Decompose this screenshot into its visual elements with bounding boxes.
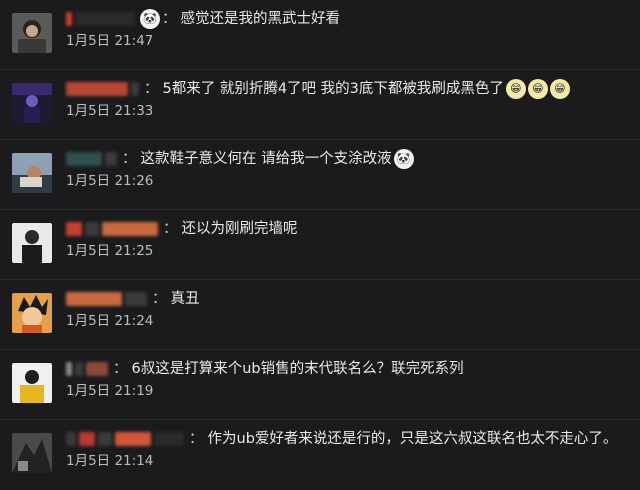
comment-line: 🐼 ： 感觉还是我的黑武士好看 [66, 8, 340, 30]
username-redacted[interactable] [85, 222, 99, 236]
separator: ： [144, 81, 159, 97]
comment-text: 5都来了 就别折腾4了吧 我的3底下都被我刷成黑色了 [162, 81, 504, 97]
grinning-face-icon: 😁 [505, 79, 526, 99]
comment-line: ： 还以为刚刷完墙呢 [66, 218, 298, 240]
separator: ： [189, 431, 204, 447]
username-redacted[interactable] [66, 222, 82, 236]
username-redacted[interactable] [79, 432, 95, 446]
avatar[interactable] [12, 153, 52, 193]
comment-line: ： 真丑 [66, 288, 200, 310]
username-redacted[interactable] [66, 152, 102, 166]
username-redacted[interactable] [115, 432, 151, 446]
username-redacted[interactable] [102, 222, 158, 236]
username-redacted[interactable] [66, 362, 72, 376]
comment-text: 6叔这是打算来个ub销售的末代联名么？联完死系列 [131, 361, 464, 377]
avatar[interactable] [12, 363, 52, 403]
comment-list: 🐼 ： 感觉还是我的黑武士好看 1月5日 21:47 ： 5都来了 就别折腾4了… [0, 0, 640, 480]
comment-time: 1月5日 21:14 [66, 453, 154, 469]
comment-item: 🐼 ： 感觉还是我的黑武士好看 1月5日 21:47 [0, 0, 640, 70]
grinning-face-icon: 😁 [527, 79, 548, 99]
username-redacted[interactable] [154, 432, 184, 446]
avatar[interactable] [12, 433, 52, 473]
comment-text: 作为ub爱好者来说还是行的，只是这六叔这联名也太不走心了。 [207, 431, 618, 447]
username-redacted[interactable] [125, 292, 147, 306]
comment-text: 感觉还是我的黑武士好看 [180, 11, 341, 27]
panda-face-icon: 🐼 [393, 149, 414, 169]
grinning-face-icon: 😁 [549, 79, 570, 99]
comment-text: 这款鞋子意义何在 请给我一个支涂改液 [140, 151, 392, 167]
comment-time: 1月5日 21:33 [66, 103, 154, 119]
separator: ： [163, 221, 178, 237]
comment-item: ： 还以为刚刷完墙呢 1月5日 21:25 [0, 210, 640, 280]
separator: ： [113, 361, 128, 377]
comment-item: ： 5都来了 就别折腾4了吧 我的3底下都被我刷成黑色了 😁 😁 😁 1月5日 … [0, 70, 640, 140]
comment-item: ： 6叔这是打算来个ub销售的末代联名么？联完死系列 1月5日 21:19 [0, 350, 640, 420]
comment-time: 1月5日 21:24 [66, 313, 154, 329]
username-redacted[interactable] [66, 432, 76, 446]
username-redacted[interactable] [86, 362, 108, 376]
panda-face-icon: 🐼 [140, 9, 160, 29]
separator: ： [152, 291, 167, 307]
comment-text: 还以为刚刷完墙呢 [181, 221, 298, 237]
comment-text: 真丑 [170, 291, 200, 307]
avatar[interactable] [12, 223, 52, 263]
comment-item: ： 真丑 1月5日 21:24 [0, 280, 640, 350]
avatar[interactable] [12, 83, 52, 123]
username-redacted[interactable] [75, 362, 83, 376]
avatar[interactable] [12, 13, 52, 53]
comment-time: 1月5日 21:26 [66, 173, 154, 189]
comment-line: ： 6叔这是打算来个ub销售的末代联名么？联完死系列 [66, 358, 464, 380]
comment-line: ： 作为ub爱好者来说还是行的，只是这六叔这联名也太不走心了。 [66, 428, 617, 450]
username-redacted[interactable] [66, 12, 72, 26]
comment-time: 1月5日 21:19 [66, 383, 154, 399]
comment-item: ： 这款鞋子意义何在 请给我一个支涂改液 🐼 1月5日 21:26 [0, 140, 640, 210]
username-redacted[interactable] [66, 292, 122, 306]
username-redacted[interactable] [98, 432, 112, 446]
comment-line: ： 5都来了 就别折腾4了吧 我的3底下都被我刷成黑色了 😁 😁 😁 [66, 78, 570, 100]
comment-time: 1月5日 21:47 [66, 33, 154, 49]
comment-line: ： 这款鞋子意义何在 请给我一个支涂改液 🐼 [66, 148, 414, 170]
comment-time: 1月5日 21:25 [66, 243, 154, 259]
separator: ： [162, 11, 177, 27]
username-redacted[interactable] [75, 12, 135, 26]
separator: ： [122, 151, 137, 167]
username-redacted[interactable] [66, 82, 128, 96]
username-redacted[interactable] [105, 152, 117, 166]
avatar[interactable] [12, 293, 52, 333]
username-redacted[interactable] [131, 82, 139, 96]
